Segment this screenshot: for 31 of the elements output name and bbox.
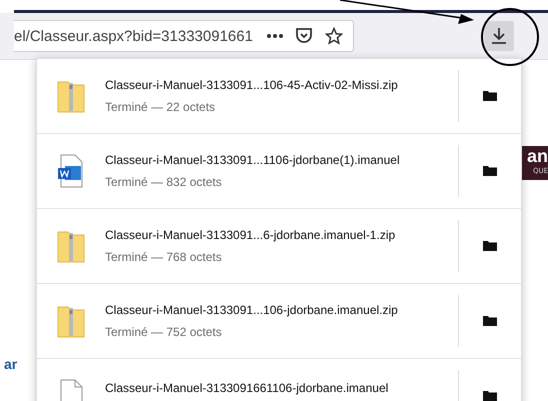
folder-icon: [483, 315, 497, 327]
folder-icon: [483, 390, 497, 401]
download-status: Terminé — 22 octets: [105, 100, 216, 114]
word-document-icon: [57, 154, 85, 188]
file-name: Classeur-i-Manuel-3133091...106-45-Activ-02-Missi.zip: [105, 78, 399, 92]
download-item[interactable]: Classeur-i-Manuel-3133091661106-jdorbane.imanuel: [37, 359, 521, 401]
address-bar[interactable]: el/Classeur.aspx?bid=31333091661: [14, 20, 354, 52]
folder-icon: [483, 165, 497, 177]
file-name: Classeur-i-Manuel-3133091...6-jdorbane.imanuel-1.zip: [105, 228, 396, 242]
pocket-icon[interactable]: [295, 27, 313, 45]
folder-icon: [483, 240, 497, 252]
download-button[interactable]: [484, 21, 514, 51]
download-status: Terminé — 752 octets: [105, 325, 223, 339]
more-icon[interactable]: [267, 33, 283, 39]
file-name: Classeur-i-Manuel-3133091661106-jdorbane.imanuel: [105, 381, 390, 395]
folder-icon: [483, 90, 497, 102]
file-name: Classeur-i-Manuel-3133091...106-jdorbane.imanuel.zip: [105, 303, 399, 317]
zip-folder-icon: [57, 79, 85, 113]
download-item[interactable]: Classeur-i-Manuel-3133091...106-45-Activ-02-Missi.zip Terminé — 22 octets: [37, 59, 521, 134]
download-icon: [490, 27, 508, 45]
star-icon[interactable]: [325, 27, 343, 45]
page-link[interactable]: ar: [4, 356, 18, 372]
file-name: Classeur-i-Manuel-3133091...1106-jdorbane(1).imanuel: [105, 153, 401, 167]
download-item[interactable]: Classeur-i-Manuel-3133091...6-jdorbane.imanuel-1.zip Terminé — 768 octets: [37, 209, 521, 284]
download-status: Terminé — 768 octets: [105, 250, 223, 264]
zip-folder-icon: [57, 304, 85, 338]
zip-folder-icon: [57, 229, 85, 263]
url-text: el/Classeur.aspx?bid=31333091661: [14, 28, 254, 44]
download-item[interactable]: Classeur-i-Manuel-3133091...106-jdorbane.imanuel.zip Terminé — 752 octets: [37, 284, 521, 359]
download-item[interactable]: Classeur-i-Manuel-3133091...1106-jdorbane(1).imanuel Terminé — 832 octets: [37, 134, 521, 209]
download-status: Terminé — 832 octets: [105, 175, 223, 189]
